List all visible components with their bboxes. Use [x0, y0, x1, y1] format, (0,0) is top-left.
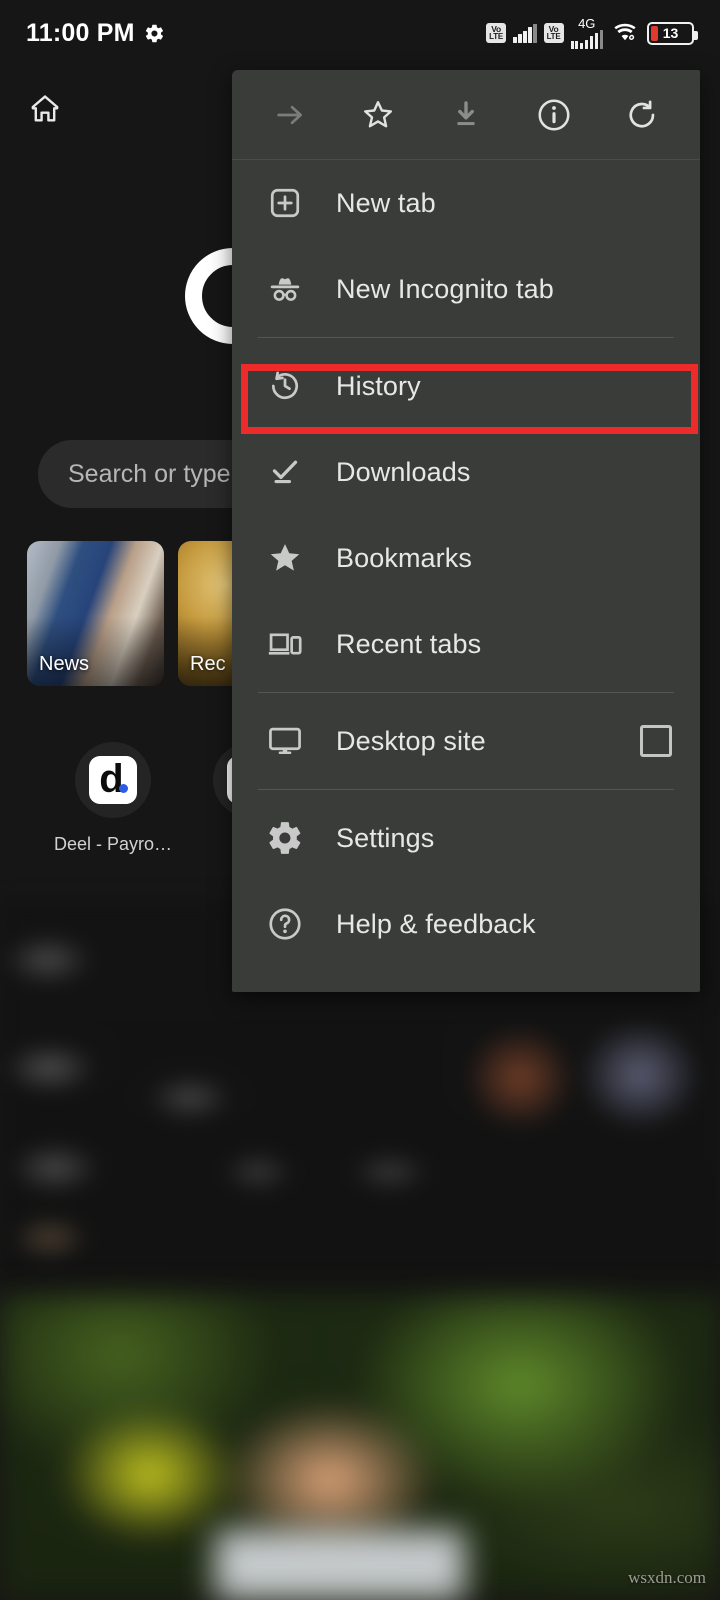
menu-item-settings-label: Settings	[336, 823, 434, 854]
menu-divider	[258, 692, 674, 693]
reload-button[interactable]	[611, 84, 673, 146]
page-info-button[interactable]	[523, 84, 585, 146]
blurred-photo-subject	[215, 1530, 465, 1600]
desktop-site-icon	[258, 722, 312, 760]
downloads-icon	[258, 454, 312, 490]
tile-recipes-label: Rec	[190, 653, 226, 676]
volte-sim1-bottom: LTE	[489, 33, 503, 41]
volte-sim1-icon: Vo LTE	[486, 23, 506, 43]
menu-item-bookmarks[interactable]: Bookmarks	[232, 515, 700, 601]
history-icon	[258, 368, 312, 404]
volte-sim2-bottom: LTE	[547, 33, 561, 41]
menu-item-desktop-site-label: Desktop site	[336, 726, 486, 757]
home-icon	[28, 92, 62, 126]
menu-item-desktop-site[interactable]: Desktop site	[232, 698, 700, 784]
wifi-icon	[610, 21, 640, 45]
home-button[interactable]	[22, 86, 68, 132]
settings-gear-icon	[258, 819, 312, 857]
shortcut-deel[interactable]: d Deel - Payro…	[48, 742, 178, 855]
desktop-site-checkbox[interactable]	[640, 725, 672, 757]
menu-item-new-incognito-tab-label: New Incognito tab	[336, 274, 554, 305]
recent-tabs-icon	[258, 625, 312, 663]
download-button[interactable]	[435, 84, 497, 146]
menu-item-settings[interactable]: Settings	[232, 795, 700, 881]
forward-arrow-icon	[273, 98, 307, 132]
browser-overflow-menu: New tab New Incognito tab	[232, 70, 700, 992]
incognito-icon	[258, 270, 312, 308]
bookmark-button[interactable]	[347, 84, 409, 146]
new-tab-icon	[258, 185, 312, 221]
shortcut-deel-label: Deel - Payro…	[54, 834, 172, 855]
status-bar: 11:00 PM Vo LTE Vo LTE 4G	[0, 0, 720, 66]
forward-button[interactable]	[259, 84, 321, 146]
status-bar-left: 11:00 PM	[26, 19, 165, 48]
menu-item-new-incognito-tab[interactable]: New Incognito tab	[232, 246, 700, 332]
info-icon	[535, 96, 573, 134]
battery-icon: 13	[647, 22, 694, 45]
download-icon	[449, 98, 483, 132]
deel-icon: d	[89, 756, 137, 804]
deel-icon-letter: d	[99, 759, 122, 799]
phone-screen: Search or type URL News Rec d Deel - Pay…	[0, 0, 720, 1600]
menu-item-help-feedback[interactable]: Help & feedback	[232, 881, 700, 967]
reload-icon	[624, 97, 660, 133]
network-type-label: 4G	[578, 18, 595, 29]
mobile-data-sim2: 4G	[571, 18, 604, 49]
menu-item-new-tab[interactable]: New tab	[232, 160, 700, 246]
signal-bars-sim2-icon	[580, 29, 604, 49]
menu-item-history[interactable]: History	[232, 343, 700, 429]
menu-item-bookmarks-label: Bookmarks	[336, 543, 472, 574]
menu-item-downloads-label: Downloads	[336, 457, 470, 488]
volte-sim2-icon: Vo LTE	[544, 23, 564, 43]
battery-percent-label: 13	[649, 24, 692, 43]
menu-item-recent-tabs[interactable]: Recent tabs	[232, 601, 700, 687]
menu-item-downloads[interactable]: Downloads	[232, 429, 700, 515]
status-bar-right: Vo LTE Vo LTE 4G	[486, 18, 694, 49]
gear-icon	[144, 23, 165, 44]
tile-news-label: News	[39, 653, 89, 676]
watermark: wsxdn.com	[628, 1568, 706, 1588]
menu-divider	[258, 337, 674, 338]
bookmarks-star-icon	[258, 539, 312, 577]
star-icon	[360, 97, 396, 133]
menu-item-recent-tabs-label: Recent tabs	[336, 629, 481, 660]
help-icon	[258, 905, 312, 943]
menu-quick-actions-row	[232, 70, 700, 160]
menu-item-help-feedback-label: Help & feedback	[336, 909, 536, 940]
tile-news[interactable]: News	[27, 541, 164, 686]
data-arrows-icon	[571, 40, 578, 49]
signal-bars-sim1-icon	[513, 23, 537, 43]
shortcut-icon-wrap: d	[75, 742, 151, 818]
menu-item-new-tab-label: New tab	[336, 188, 436, 219]
menu-item-history-label: History	[336, 371, 421, 402]
status-clock: 11:00 PM	[26, 19, 135, 48]
menu-divider	[258, 789, 674, 790]
